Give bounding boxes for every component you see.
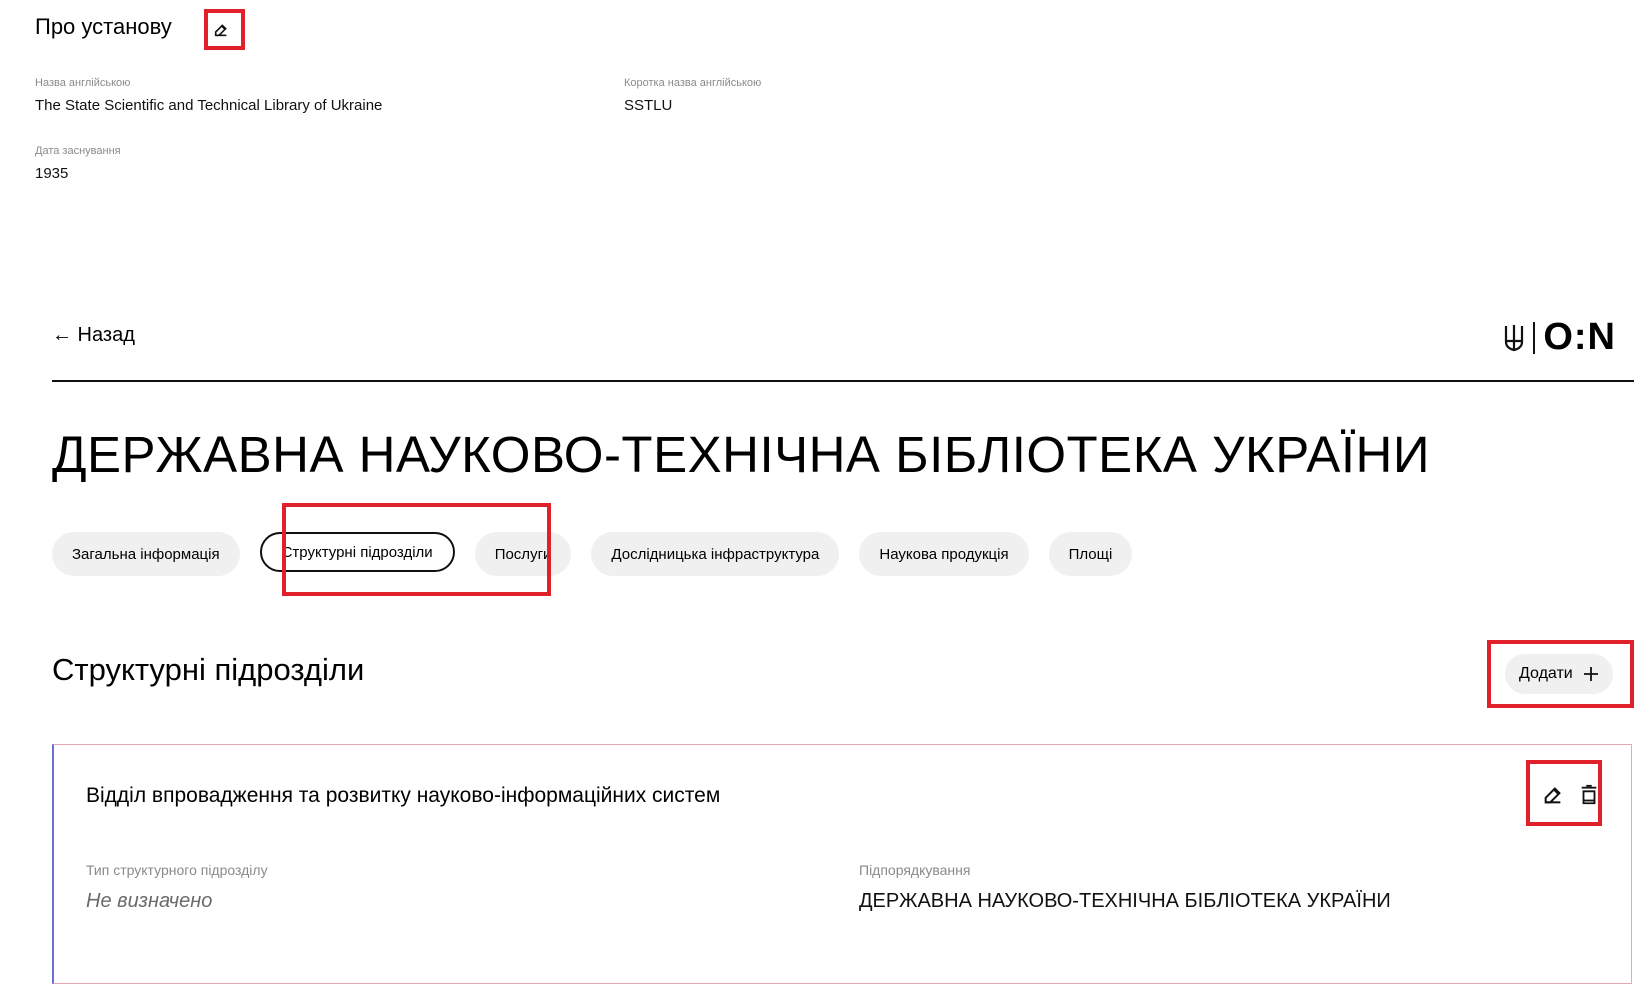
edit-icon: [1544, 787, 1561, 804]
add-button[interactable]: Додати: [1505, 654, 1613, 694]
card-actions: [1542, 784, 1600, 806]
field-english-name: Назва англійською The State Scientific a…: [35, 77, 382, 114]
field-value: The State Scientific and Technical Libra…: [35, 97, 383, 114]
back-link[interactable]: ← Назад: [52, 324, 135, 347]
unit-type-label: Тип структурного підрозділу: [86, 862, 268, 878]
header-divider: [52, 380, 1634, 382]
field-value: 1935: [35, 165, 69, 182]
logo-text: O:N: [1543, 316, 1616, 358]
plus-icon: [1583, 667, 1598, 681]
tab-research-infrastructure[interactable]: Дослідницька інфраструктура: [591, 532, 840, 576]
site-logo[interactable]: O:N: [1503, 316, 1616, 359]
field-label: Коротка назва англійською: [624, 77, 762, 89]
edit-unit-button[interactable]: [1542, 784, 1564, 806]
trident-icon: [1505, 324, 1524, 351]
field-value: SSTLU: [624, 97, 673, 114]
delete-unit-button[interactable]: [1578, 784, 1600, 806]
logo-divider: [1533, 321, 1536, 354]
tab-areas[interactable]: Площі: [1048, 532, 1133, 576]
unit-subordination-field: Підпорядкування ДЕРЖАВНА НАУКОВО-ТЕХНІЧН…: [859, 862, 1391, 913]
edit-icon: [214, 24, 227, 37]
add-button-label: Додати: [1519, 665, 1573, 682]
section-title: Структурні підрозділи: [52, 652, 365, 687]
about-section-title: Про установу: [35, 14, 172, 40]
subordination-label: Підпорядкування: [859, 862, 971, 878]
field-founding-date: Дата заснування 1935: [35, 145, 121, 182]
about-title-text: Про установу: [35, 14, 172, 39]
about-edit-button[interactable]: [213, 22, 231, 40]
unit-type-value: Не визначено: [86, 890, 213, 912]
field-label: Назва англійською: [35, 77, 131, 89]
tab-bar: Загальна інформація Структурні підрозділ…: [52, 532, 1133, 576]
unit-type-field: Тип структурного підрозділу Не визначено: [86, 862, 268, 913]
tab-scientific-products[interactable]: Наукова продукція: [859, 532, 1029, 576]
trash-icon: [1581, 784, 1597, 805]
page-title: ДЕРЖАВНА НАУКОВО-ТЕХНІЧНА БІБЛІОТЕКА УКР…: [52, 426, 1430, 483]
field-short-english-name: Коротка назва англійською SSTLU: [624, 77, 761, 114]
tab-general-info[interactable]: Загальна інформація: [52, 532, 240, 576]
unit-title: Відділ впровадження та розвитку науково-…: [86, 784, 721, 807]
tab-structural-units[interactable]: Структурні підрозділи: [259, 532, 455, 572]
back-link-label: ← Назад: [52, 324, 135, 346]
tab-services[interactable]: Послуги: [474, 532, 572, 576]
field-label: Дата заснування: [35, 145, 121, 157]
subordination-value: ДЕРЖАВНА НАУКОВО-ТЕХНІЧНА БІБЛІОТЕКА УКР…: [859, 890, 1391, 912]
structural-unit-card: [52, 744, 1632, 984]
